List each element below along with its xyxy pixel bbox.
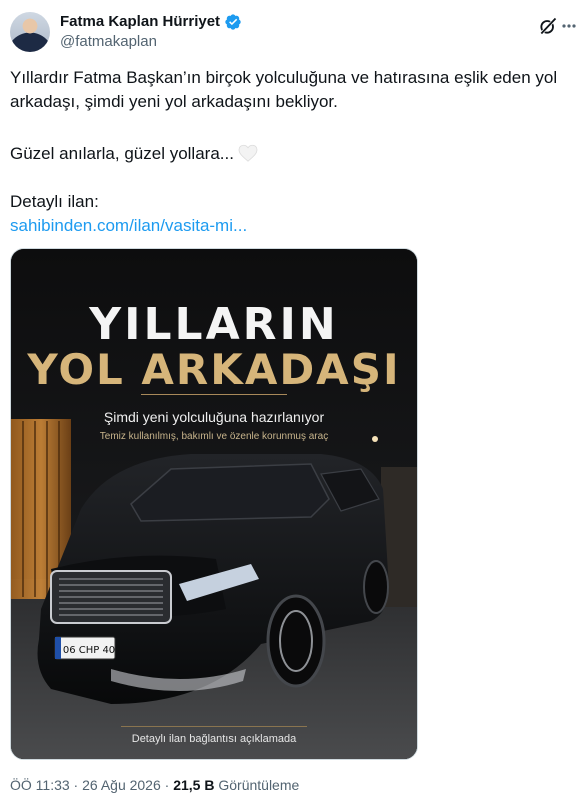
media-tagline: Temiz kullanılmış, bakımlı ve özenle kor… (99, 431, 329, 442)
tweet-header: Fatma Kaplan Hürriyet @fatmakaplan (10, 10, 576, 56)
tweet-media-image[interactable]: 06 CHP 40 YILLARIN YOL ARKADAŞI Şimdi ye… (10, 248, 418, 760)
tweet-meta: ÖÖ 11:33 · 26 Ağu 2026 · 21,5 B Görüntül… (10, 777, 299, 793)
author-block: Fatma Kaplan Hürriyet @fatmakaplan (60, 12, 242, 52)
tweet-time[interactable]: ÖÖ 11:33 (10, 777, 70, 793)
author-name-row[interactable]: Fatma Kaplan Hürriyet (60, 12, 242, 32)
views-count[interactable]: 21,5 B (173, 777, 214, 793)
white-heart-icon (238, 144, 258, 162)
media-headline-line-1: YILLARIN (89, 299, 339, 350)
media-headline-line-2: YOL ARKADAŞI (27, 345, 401, 394)
tweet-date[interactable]: 26 Ağu 2026 (82, 777, 161, 793)
tweet-paragraph-3: Detaylı ilan: (10, 192, 99, 211)
more-icon[interactable] (562, 16, 576, 36)
author-handle[interactable]: @fatmakaplan (60, 32, 242, 52)
author-display-name[interactable]: Fatma Kaplan Hürriyet (60, 12, 220, 32)
avatar[interactable] (10, 12, 50, 52)
verified-badge-icon (225, 14, 241, 30)
tweet-paragraph-2-text: Güzel anılarla, güzel yollara... (10, 144, 234, 163)
listing-link[interactable]: sahibinden.com/ilan/vasita-mi... (10, 214, 247, 238)
views-label: Görüntüleme (214, 777, 300, 793)
tweet-paragraph-2: Güzel anılarla, güzel yollara... (10, 142, 258, 166)
meta-separator: · (69, 777, 83, 793)
media-footer: Detaylı ilan bağlantısı açıklamada (131, 733, 297, 745)
grok-icon[interactable] (538, 16, 558, 36)
media-subtitle: Şimdi yeni yolculuğuna hazırlanıyor (103, 409, 325, 425)
media-divider (141, 394, 287, 395)
meta-separator: · (160, 777, 174, 793)
tweet-paragraph-1: Yıllardır Fatma Başkan’ın birçok yolculu… (10, 68, 558, 111)
license-plate-text: 06 CHP 40 (63, 645, 115, 656)
media-footer-divider (121, 726, 307, 727)
